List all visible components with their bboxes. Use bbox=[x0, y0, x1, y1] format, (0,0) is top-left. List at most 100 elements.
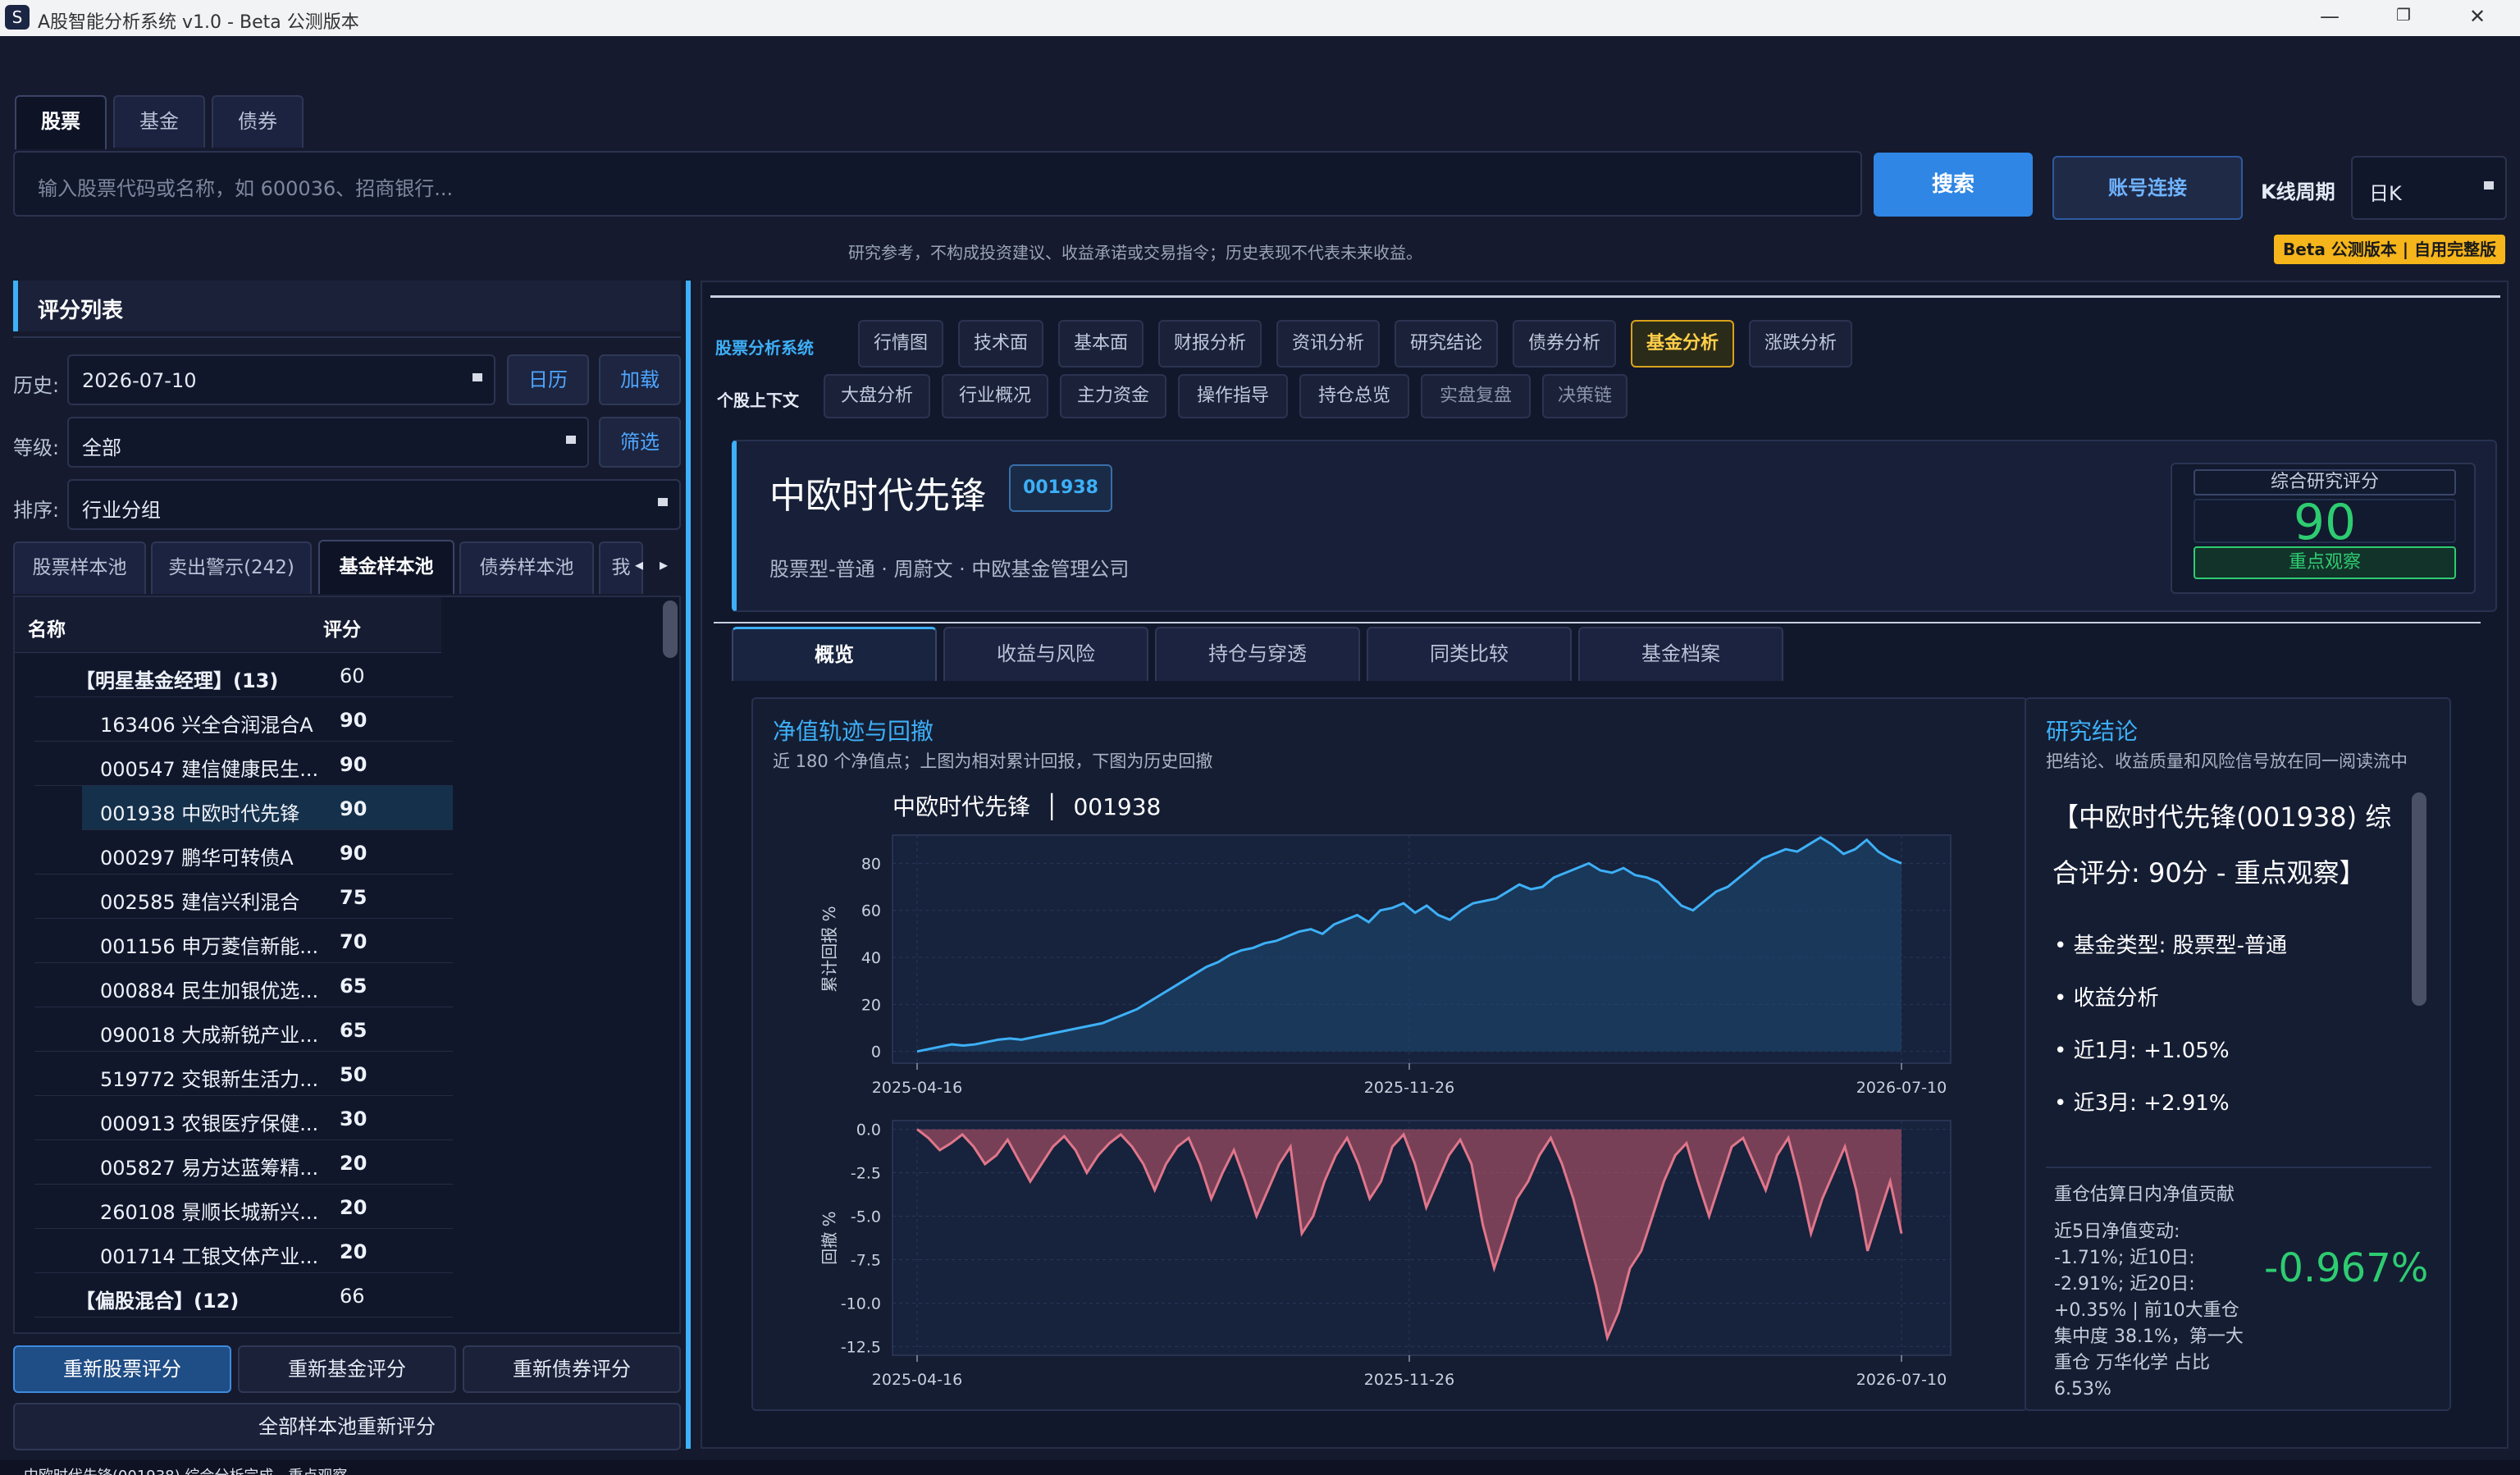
kline-period-select[interactable]: 日K bbox=[2351, 156, 2507, 220]
context-tab-2[interactable]: 主力资金 bbox=[1060, 374, 1166, 418]
x-tick-label: 2025-11-26 bbox=[1364, 1079, 1454, 1097]
pool-tab-bond[interactable]: 债券样本池 bbox=[459, 541, 594, 594]
col-score-header: 评分 bbox=[323, 619, 361, 641]
context-tab-1[interactable]: 行业概况 bbox=[942, 374, 1048, 418]
row-score: 90 bbox=[340, 753, 368, 776]
history-date-select[interactable]: 2026-07-10 bbox=[67, 354, 495, 405]
conclusion-panel: 研究结论 把结论、收益质量和风险信号放在同一阅读流中 【中欧时代先锋(00193… bbox=[2025, 697, 2451, 1411]
table-row[interactable]: 002585 建信兴利混合 75 bbox=[34, 874, 453, 919]
context-tab-4[interactable]: 持仓总览 bbox=[1299, 374, 1409, 418]
table-scrollbar[interactable] bbox=[663, 601, 678, 658]
close-icon[interactable]: ✕ bbox=[2461, 5, 2494, 30]
main-tab-6[interactable]: 债券分析 bbox=[1513, 320, 1616, 368]
load-button[interactable]: 加载 bbox=[599, 354, 681, 405]
x-tick-label: 2025-04-16 bbox=[872, 1371, 962, 1389]
y-tick-label: 80 bbox=[861, 855, 881, 873]
row-name: 000884 民生加银优选... bbox=[100, 980, 319, 1002]
pool-tab-sell-warning[interactable]: 卖出警示(242) bbox=[151, 541, 312, 594]
main-tab-7[interactable]: 基金分析 bbox=[1631, 320, 1734, 368]
search-input[interactable]: 输入股票代码或名称，如 600036、招商银行... bbox=[13, 151, 1862, 217]
detail-tab-4[interactable]: 基金档案 bbox=[1578, 627, 1783, 681]
score-list-header: 评分列表 bbox=[13, 281, 681, 331]
detail-tab-0[interactable]: 概览 bbox=[732, 627, 937, 681]
rescore-stock-button[interactable]: 重新股票评分 bbox=[13, 1345, 231, 1393]
tab-stock[interactable]: 股票 bbox=[15, 95, 107, 149]
nav-chart-panel: 净值轨迹与回撤 近 180 个净值点；上图为相对累计回报，下图为历史回撤 中欧时… bbox=[751, 697, 2028, 1411]
account-connect-button[interactable]: 账号连接 bbox=[2052, 156, 2243, 220]
rescore-all-button[interactable]: 全部样本池重新评分 bbox=[13, 1403, 681, 1450]
table-row[interactable]: 000913 农银医疗保健... 30 bbox=[34, 1096, 453, 1140]
table-row[interactable]: 005827 易方达蓝筹精... 20 bbox=[34, 1140, 453, 1185]
y-tick-label: 0.0 bbox=[856, 1121, 881, 1139]
x-tick-label: 2026-07-10 bbox=[1856, 1371, 1947, 1389]
main-tab-5[interactable]: 研究结论 bbox=[1395, 320, 1498, 368]
nav-drawdown-chart: 0 20 40 60 80 2025-04-16 2025-11-26 2026-07-10 累… bbox=[819, 834, 1952, 1389]
row-score: 20 bbox=[340, 1196, 368, 1219]
conclusion-headline: 【中欧时代先锋(001938) 综合评分: 90分 - 重点观察】 bbox=[2052, 801, 2392, 888]
beta-badge: Beta 公测版本 | 自用完整版 bbox=[2274, 235, 2505, 264]
context-tab-0[interactable]: 大盘分析 bbox=[824, 374, 930, 418]
table-row[interactable]: 519772 交银新生活力... 50 bbox=[34, 1052, 453, 1096]
pool-tab-stock[interactable]: 股票样本池 bbox=[13, 541, 146, 594]
table-row[interactable]: 000297 鹏华可转债A 90 bbox=[34, 830, 453, 874]
table-row[interactable]: 001714 工银文体产业... 20 bbox=[34, 1229, 453, 1273]
detail-tab-2[interactable]: 持仓与穿透 bbox=[1155, 627, 1360, 681]
search-button[interactable]: 搜索 bbox=[1874, 153, 2033, 217]
score-table: 名称 评分 【明星基金经理】(13) 60 163406 兴全合润混合A 90 0005… bbox=[13, 596, 681, 1334]
fund-header-card: 中欧时代先锋 001938 股票型-普通 · 周蔚文 · 中欧基金管理公司 综合… bbox=[732, 440, 2497, 612]
y-axis-label: 回撤 % bbox=[819, 1211, 839, 1264]
table-row[interactable]: 000884 民生加银优选... 65 bbox=[34, 963, 453, 1007]
main-tab-3[interactable]: 财报分析 bbox=[1158, 320, 1262, 368]
group-row[interactable]: 【偏股混合】(12) 66 bbox=[34, 1273, 453, 1317]
rescore-bond-button[interactable]: 重新债券评分 bbox=[463, 1345, 681, 1393]
conclusion-subtitle: 把结论、收益质量和风险信号放在同一阅读流中 bbox=[2046, 751, 2408, 771]
main-tab-4[interactable]: 资讯分析 bbox=[1276, 320, 1380, 368]
detail-tab-1[interactable]: 收益与风险 bbox=[943, 627, 1148, 681]
row-name: 001156 申万菱信新能... bbox=[100, 935, 319, 958]
y-tick-label: -7.5 bbox=[851, 1251, 881, 1269]
main-tab-2[interactable]: 基本面 bbox=[1058, 320, 1144, 368]
main-tab-0[interactable]: 行情图 bbox=[858, 320, 943, 368]
fund-code-badge: 001938 bbox=[1009, 464, 1112, 512]
table-row[interactable]: 001156 申万菱信新能... 70 bbox=[34, 919, 453, 963]
table-row[interactable]: 090018 大成新锐产业... 65 bbox=[34, 1007, 453, 1052]
pool-tab-fund[interactable]: 基金样本池 bbox=[318, 540, 454, 594]
row-name: 000297 鹏华可转债A bbox=[100, 847, 294, 870]
grade-select[interactable]: 全部 bbox=[67, 417, 589, 468]
row-name: 【明星基金经理】(13) bbox=[75, 669, 279, 692]
table-row[interactable]: 001938 中欧时代先锋 90 bbox=[82, 786, 453, 830]
main-tab-8[interactable]: 涨跌分析 bbox=[1749, 320, 1852, 368]
status-bar: ... 中欧时代先锋(001938) 综合分析完成，重点观察 bbox=[0, 1460, 2520, 1475]
row-score: 50 bbox=[340, 1063, 368, 1086]
context-tab-6[interactable]: 决策链 bbox=[1542, 374, 1628, 418]
conclusion-scrollbar[interactable] bbox=[2412, 792, 2426, 1006]
calendar-button[interactable]: 日历 bbox=[507, 354, 589, 405]
tab-scroll-right-icon[interactable]: ▸ bbox=[660, 555, 668, 574]
row-score: 20 bbox=[340, 1152, 368, 1175]
context-tab-3[interactable]: 操作指导 bbox=[1178, 374, 1288, 418]
analysis-panel: 股票分析系统 行情图 技术面 基本面 财报分析 资讯分析 研究结论 债券分析 基金分析 涨跌分析… bbox=[701, 281, 2509, 1449]
row-score: 60 bbox=[340, 664, 365, 687]
score-tag: 重点观察 bbox=[2194, 546, 2456, 579]
context-tab-5[interactable]: 实盘复盘 bbox=[1421, 374, 1531, 418]
y-tick-label: 0 bbox=[871, 1043, 881, 1062]
group-row[interactable]: 【明星基金经理】(13) 60 bbox=[34, 653, 453, 697]
row-score: 30 bbox=[340, 1107, 368, 1130]
rescore-fund-button[interactable]: 重新基金评分 bbox=[238, 1345, 456, 1393]
maximize-icon[interactable]: ❐ bbox=[2387, 5, 2420, 30]
conclusion-bullet: • 近1月: +1.05% bbox=[2054, 1039, 2230, 1063]
sort-select[interactable]: 行业分组 bbox=[67, 479, 681, 530]
row-name: 000547 建信健康民生... bbox=[100, 758, 319, 781]
detail-tab-3[interactable]: 同类比较 bbox=[1367, 627, 1572, 681]
splitter[interactable] bbox=[686, 281, 691, 1449]
main-tab-1[interactable]: 技术面 bbox=[958, 320, 1043, 368]
table-row[interactable]: 163406 兴全合润混合A 90 bbox=[34, 697, 453, 742]
minimize-icon[interactable]: — bbox=[2313, 5, 2346, 30]
tab-fund[interactable]: 基金 bbox=[113, 95, 205, 148]
row-name: 090018 大成新锐产业... bbox=[100, 1024, 319, 1047]
table-row[interactable]: 000547 建信健康民生... 90 bbox=[34, 742, 453, 786]
filter-button[interactable]: 筛选 bbox=[599, 417, 681, 468]
table-row[interactable]: 260108 景顺长城新兴... 20 bbox=[34, 1185, 453, 1229]
tab-scroll-left-icon[interactable]: ◂ bbox=[635, 555, 643, 574]
tab-bond[interactable]: 债券 bbox=[212, 95, 304, 148]
